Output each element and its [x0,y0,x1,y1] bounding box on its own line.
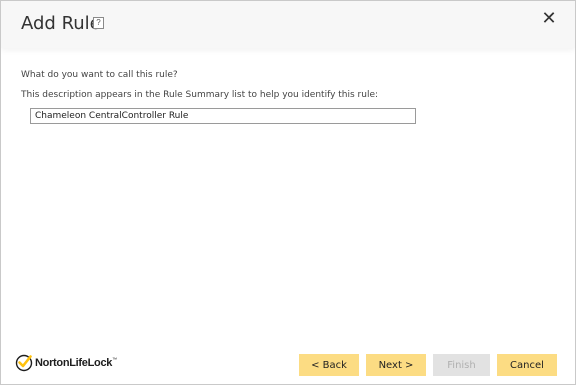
finish-button[interactable]: Finish [433,354,490,376]
close-icon[interactable]: ✕ [541,9,557,27]
brand-trademark: ™ [112,357,118,363]
add-rule-dialog: Add Rule ? ✕ What do you want to call th… [0,0,576,385]
checkmark-logo-icon [15,354,33,372]
brand-name: NortonLifeLock [35,357,113,369]
norton-lifelock-logo: NortonLifeLock ™ [15,354,117,372]
help-icon[interactable]: ? [93,17,104,29]
cancel-button[interactable]: Cancel [497,354,557,376]
back-button[interactable]: < Back [299,354,359,376]
rule-name-description: This description appears in the Rule Sum… [21,90,379,100]
dialog-header: Add Rule ? ✕ [1,1,575,48]
dialog-title: Add Rule [21,13,101,34]
rule-name-question: What do you want to call this rule? [21,70,178,80]
next-button[interactable]: Next > [366,354,426,376]
rule-name-input[interactable] [30,108,416,124]
